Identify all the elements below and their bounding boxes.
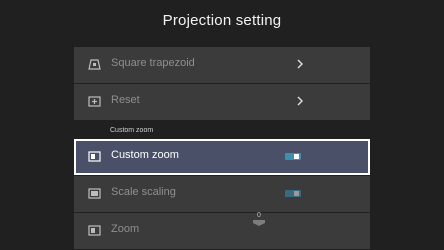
menu-item-label: Zoom xyxy=(111,223,140,235)
menu-item-scale-scaling[interactable]: Scale scaling xyxy=(74,176,370,212)
menu-item-label: Custom zoom xyxy=(111,149,179,161)
section-heading: Custom zoom xyxy=(110,127,154,134)
screen-icon xyxy=(88,188,101,199)
chevron-right-icon xyxy=(297,96,303,106)
chevron-right-icon xyxy=(297,59,303,69)
custom-zoom-toggle[interactable] xyxy=(285,153,301,160)
keystone-icon xyxy=(88,59,101,70)
scale-scaling-toggle[interactable] xyxy=(285,190,301,197)
menu-item-custom-zoom[interactable]: Custom zoom xyxy=(74,139,370,175)
screen-icon xyxy=(88,151,101,162)
reset-icon xyxy=(88,96,101,107)
menu-item-square-trapezoid[interactable]: Square trapezoid xyxy=(74,47,370,83)
menu-item-zoom[interactable]: Zoom xyxy=(74,213,370,249)
slider-thumb-icon xyxy=(253,220,265,226)
zoom-value: 0 xyxy=(257,212,261,219)
menu-item-reset[interactable]: Reset xyxy=(74,84,370,120)
menu-item-label: Square trapezoid xyxy=(111,57,195,69)
menu-item-label: Reset xyxy=(111,94,140,106)
page-title: Projection setting xyxy=(162,12,282,29)
menu-item-label: Scale scaling xyxy=(111,186,176,198)
zoom-value-indicator[interactable]: 0 xyxy=(252,212,266,227)
screen-icon xyxy=(88,225,101,236)
